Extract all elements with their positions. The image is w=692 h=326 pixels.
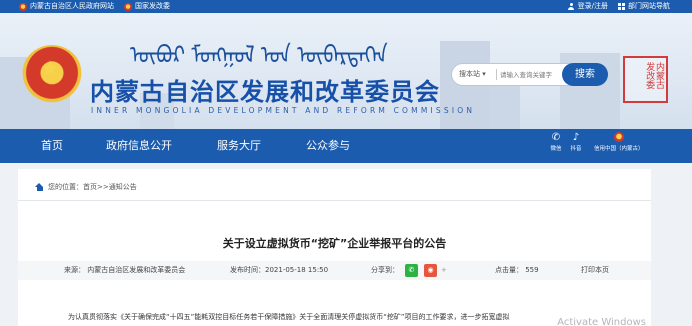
douyin-label: 抖音 xyxy=(570,146,582,152)
top-utility-bar: 内蒙古自治区人民政府网站 国家发改委 登录/注册 部门网站导航 xyxy=(0,0,692,13)
article-panel: 您的位置：首页>>通知公告 关于设立虚拟货币“挖矿”企业举报平台的公告 来源： … xyxy=(18,169,651,326)
douyin-link[interactable]: ♪ 抖音 xyxy=(570,132,582,153)
article-publish-time: 发布时间：2021-05-18 15:50 xyxy=(230,266,329,274)
douyin-icon: ♪ xyxy=(572,132,580,143)
site-title: 内蒙古自治区发展和改革委员会 xyxy=(90,78,440,106)
mongolian-title: ᠥᠪᠥᠷ ᠮᠣᠩᠭᠣᠯ ᠤᠨ ᠥᠪᠡᠷᠲᠡᠭᠡᠨ xyxy=(130,40,388,70)
search-input[interactable] xyxy=(500,67,562,82)
user-icon xyxy=(568,3,575,10)
ndrc-link[interactable]: 国家发改委 xyxy=(124,0,170,13)
wechat-share-icon[interactable]: ✆ xyxy=(405,264,418,277)
wechat-label: 微信 xyxy=(550,146,562,152)
site-header: ᠥᠪᠥᠷ ᠮᠣᠩᠭᠣᠯ ᠤᠨ ᠥᠪᠡᠷᠲᠡᠭᠡᠨ 内蒙古自治区发展和改革委员会 … xyxy=(0,13,692,129)
dept-nav-link[interactable]: 部门网站导航 xyxy=(618,0,670,13)
windows-watermark: Activate Windows xyxy=(557,317,646,326)
seal-logo: 内蒙古发改委 xyxy=(623,56,668,103)
nav-item-gov-info[interactable]: 政府信息公开 xyxy=(106,129,172,163)
article-meta-bar: 来源： 内蒙古自治区发展和改革委员会 发布时间：2021-05-18 15:50… xyxy=(18,261,651,280)
xinyong-link[interactable]: 信用中国（内蒙古） xyxy=(594,132,644,153)
share-label: 分享到： xyxy=(371,266,399,274)
national-emblem-icon xyxy=(613,132,625,144)
more-share-icon[interactable]: + xyxy=(441,261,447,280)
wechat-icon: ✆ xyxy=(551,132,561,143)
click-count: 点击量： 559 xyxy=(495,266,539,274)
breadcrumb-text[interactable]: 您的位置：首页>>通知公告 xyxy=(48,182,137,192)
nav-item-public-participation[interactable]: 公众参与 xyxy=(306,129,350,163)
login-label: 登录/注册 xyxy=(577,2,608,10)
search-scope-select[interactable]: 搜本站 ▾ xyxy=(459,64,486,85)
article-title: 关于设立虚拟货币“挖矿”企业举报平台的公告 xyxy=(222,237,447,250)
main-nav: 首页 政府信息公开 服务大厅 公众参与 ✆ 微信 ♪ 抖音 信用中国（内蒙古） xyxy=(0,129,692,163)
gov-site-link[interactable]: 内蒙古自治区人民政府网站 xyxy=(19,0,114,13)
site-subtitle: INNER MONGOLIA DEVELOPMENT AND REFORM CO… xyxy=(91,106,476,115)
weibo-share-icon[interactable]: ◉ xyxy=(424,264,437,277)
breadcrumb: 您的位置：首页>>通知公告 xyxy=(35,182,137,192)
nav-item-service-hall[interactable]: 服务大厅 xyxy=(217,129,261,163)
national-emblem-icon xyxy=(124,2,132,11)
grid-icon xyxy=(618,3,625,10)
print-link[interactable]: 打印本页 xyxy=(581,261,609,280)
search-button[interactable]: 搜索 xyxy=(562,63,608,86)
login-link[interactable]: 登录/注册 xyxy=(568,0,608,13)
gov-site-label: 内蒙古自治区人民政府网站 xyxy=(30,2,114,10)
home-icon[interactable] xyxy=(35,183,44,191)
article-source: 来源： 内蒙古自治区发展和改革委员会 xyxy=(64,266,186,274)
national-emblem-icon xyxy=(19,2,27,11)
national-emblem-logo xyxy=(22,45,82,103)
dept-nav-label: 部门网站导航 xyxy=(628,2,670,10)
nav-item-home[interactable]: 首页 xyxy=(41,129,63,163)
wechat-link[interactable]: ✆ 微信 xyxy=(550,132,562,153)
xinyong-label: 信用中国（内蒙古） xyxy=(594,146,644,152)
ndrc-label: 国家发改委 xyxy=(135,2,170,10)
